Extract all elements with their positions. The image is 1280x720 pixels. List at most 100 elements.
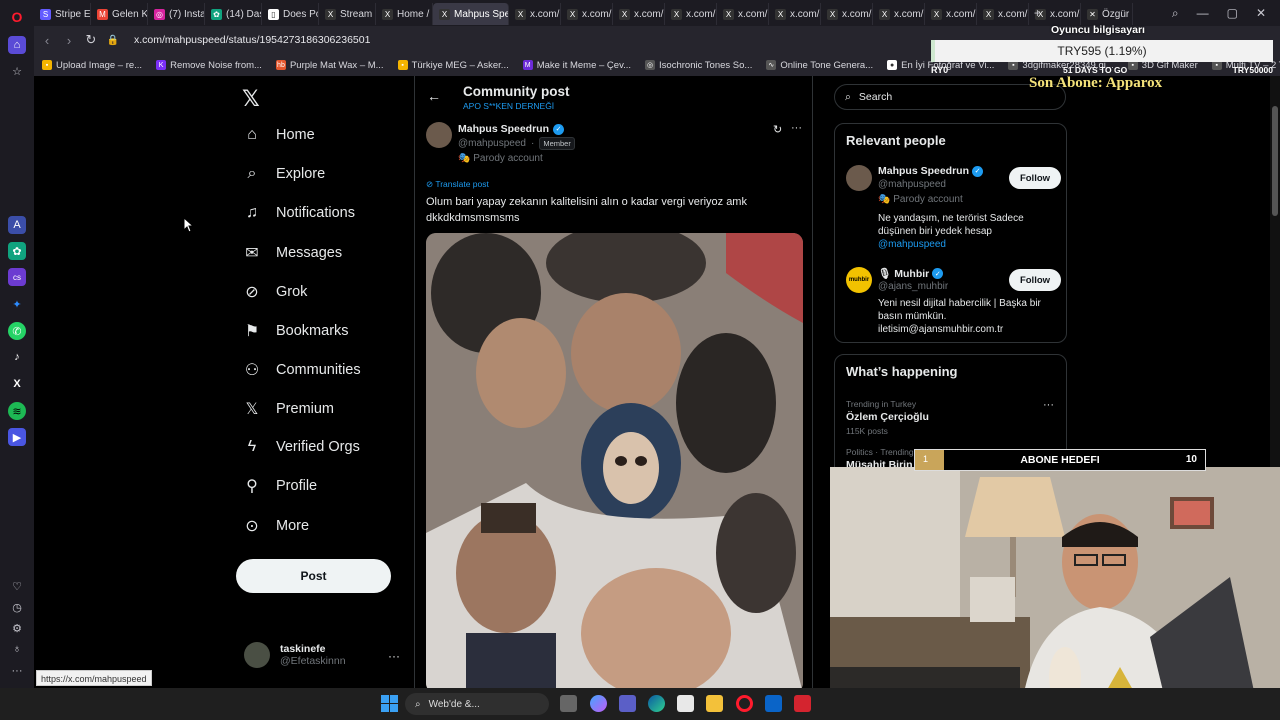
- nav-item-notifications[interactable]: ♫ Notifications: [242, 204, 355, 222]
- author-name[interactable]: Mahpus Speedrun ✓: [458, 123, 565, 135]
- bookmark-item[interactable]: ▪ Upload Image – re...: [42, 60, 142, 71]
- post-button[interactable]: Post: [236, 559, 391, 593]
- person-card[interactable]: Mahpus Speedrun ✓ @mahpuspeed 🎭 Parody ac…: [846, 165, 1061, 255]
- edge-icon[interactable]: [648, 695, 665, 712]
- author-handle[interactable]: @mahpuspeed: [458, 138, 526, 149]
- trend-item[interactable]: Trending in Turkey Özlem Çerçioğlu 115K …: [835, 395, 1066, 441]
- browser-tab[interactable]: X Mahpus Speedr: [433, 3, 509, 25]
- chatgpt-icon[interactable]: ✿: [8, 242, 26, 260]
- whatsapp-icon[interactable]: ✆: [8, 322, 26, 340]
- task-view-icon[interactable]: [560, 695, 577, 712]
- back-icon[interactable]: ‹: [36, 33, 58, 48]
- nav-item-messages[interactable]: ✉ Messages: [242, 243, 342, 263]
- nav-item-home[interactable]: ⌂ Home: [242, 126, 315, 144]
- x-logo-icon[interactable]: 𝕏: [242, 86, 260, 112]
- copilot-icon[interactable]: [590, 695, 607, 712]
- browser-tab[interactable]: Xx.com/b: [613, 3, 665, 25]
- browser-tab[interactable]: M Gelen Ku: [91, 3, 148, 25]
- outlook-icon[interactable]: [765, 695, 782, 712]
- grok-icon[interactable]: ↻: [773, 123, 782, 136]
- bookmark-item[interactable]: hb Purple Mat Wax – M...: [275, 60, 384, 71]
- nav-item-communities[interactable]: ⚇ Communities: [242, 360, 361, 380]
- messenger-icon[interactable]: ✦: [8, 295, 26, 313]
- office-icon[interactable]: [794, 695, 811, 712]
- bookmark-item[interactable]: ▪ Türkiye MEG – Asker...: [397, 60, 509, 71]
- opera-taskbar-icon[interactable]: [736, 695, 753, 712]
- teams-icon[interactable]: [619, 695, 636, 712]
- post-more-icon[interactable]: ···: [791, 122, 802, 134]
- browser-tab[interactable]: ▯ Does Po: [262, 3, 319, 25]
- search-input[interactable]: Search: [859, 91, 892, 103]
- new-tab-icon[interactable]: +: [1034, 6, 1041, 20]
- file-explorer-icon[interactable]: [706, 695, 723, 712]
- store-icon[interactable]: [677, 695, 694, 712]
- person-name[interactable]: Mahpus Speedrun ✓: [878, 165, 984, 177]
- scrollbar-thumb[interactable]: [1272, 106, 1278, 216]
- nav-item-explore[interactable]: ⌕ Explore: [242, 165, 326, 183]
- home-icon[interactable]: ⌂: [8, 36, 26, 54]
- x-app-icon[interactable]: X: [8, 375, 26, 393]
- avatar[interactable]: [426, 122, 452, 148]
- browser-tab[interactable]: Xx.com/O: [509, 3, 561, 25]
- post-image[interactable]: [426, 233, 803, 688]
- more-icon[interactable]: ···: [8, 662, 26, 680]
- nav-item-verified-orgs[interactable]: ϟ Verified Orgs: [242, 438, 360, 456]
- person-card[interactable]: muhbir 🎙 Muhbir ✓ @ajans_muhbir Yeni nesi…: [846, 267, 1061, 337]
- browser-tab[interactable]: S Stripe Ex: [34, 3, 91, 25]
- search-tabs-icon[interactable]: ⌕: [1172, 6, 1179, 21]
- avatar[interactable]: muhbir: [846, 267, 872, 293]
- close-icon[interactable]: ✕: [1256, 6, 1266, 20]
- bio-link[interactable]: @mahpuspeed: [878, 238, 1060, 251]
- follow-button[interactable]: Follow: [1009, 269, 1061, 291]
- browser-tab[interactable]: ✿ (14) Dash: [205, 3, 262, 25]
- nav-item-more[interactable]: ⊙ More: [242, 516, 309, 536]
- account-more-icon[interactable]: ···: [388, 649, 400, 663]
- translate-post-link[interactable]: ⊘ Translate post: [426, 179, 489, 190]
- browser-tab[interactable]: X Stream: [319, 3, 376, 25]
- minimize-icon[interactable]: —: [1197, 6, 1209, 20]
- spotify-icon[interactable]: ≋: [8, 402, 26, 420]
- browser-tab[interactable]: X Home / X: [376, 3, 433, 25]
- trend-more-icon[interactable]: ···: [1043, 399, 1054, 411]
- forward-icon[interactable]: ›: [58, 33, 80, 48]
- history-icon[interactable]: ◷: [8, 598, 26, 616]
- browser-tab[interactable]: Xx.com/b: [717, 3, 769, 25]
- browser-tab[interactable]: Xx.com/b: [561, 3, 613, 25]
- star-icon[interactable]: ☆: [8, 62, 26, 80]
- nav-item-grok[interactable]: ⊘ Grok: [242, 282, 307, 302]
- person-handle[interactable]: @mahpuspeed: [878, 179, 946, 190]
- browser-tab[interactable]: Xx.com/n: [873, 3, 925, 25]
- cs-icon[interactable]: cs: [8, 268, 26, 286]
- reload-icon[interactable]: ↻: [80, 32, 102, 48]
- browser-tab[interactable]: Xx.com/C: [665, 3, 717, 25]
- browser-tab[interactable]: ◎ (7) Instag: [148, 3, 205, 25]
- nav-item-premium[interactable]: 𝕏 Premium: [242, 399, 334, 419]
- follow-button[interactable]: Follow: [1009, 167, 1061, 189]
- browser-tab[interactable]: Xx.com/g: [821, 3, 873, 25]
- browser-tab[interactable]: ✕ Özgür O: [1081, 3, 1133, 25]
- aria-icon[interactable]: A: [8, 216, 26, 234]
- settings-icon[interactable]: ⚙: [8, 619, 26, 637]
- browser-tab[interactable]: Xx.com/a: [769, 3, 821, 25]
- bookmark-item[interactable]: ◎ Isochronic Tones So...: [645, 60, 752, 71]
- browser-tab[interactable]: Xx.com/p: [925, 3, 977, 25]
- avatar[interactable]: [846, 165, 872, 191]
- nav-item-profile[interactable]: ⚲ Profile: [242, 476, 317, 496]
- bookmark-item[interactable]: K Remove Noise from...: [156, 60, 262, 71]
- bookmark-item[interactable]: ∿ Online Tone Genera...: [766, 60, 873, 71]
- windows-start-icon[interactable]: [381, 695, 398, 712]
- community-link[interactable]: APO S**KEN DERNEĞİ: [463, 101, 554, 111]
- browser-tab[interactable]: Xx.com/a: [977, 3, 1029, 25]
- account-switcher[interactable]: taskinefe @Efetaskinnn: [244, 642, 346, 668]
- back-arrow-icon[interactable]: ←: [427, 88, 441, 104]
- person-name[interactable]: 🎙 Muhbir ✓: [878, 267, 944, 280]
- opera-logo-icon[interactable]: O: [8, 8, 26, 26]
- taskbar-search[interactable]: ⌕ Web'de &...: [405, 693, 549, 715]
- url-field[interactable]: x.com/mahpuspeed/status/1954273186306236…: [134, 34, 370, 46]
- bookmark-item[interactable]: M Make it Meme – Çev...: [522, 60, 631, 71]
- lightbulb-icon[interactable]: ♁: [8, 640, 26, 658]
- nav-item-bookmarks[interactable]: ⚑ Bookmarks: [242, 321, 349, 341]
- tiktok-icon[interactable]: ♪: [8, 348, 26, 366]
- player-icon[interactable]: ▶: [8, 428, 26, 446]
- person-handle[interactable]: @ajans_muhbir: [878, 281, 948, 292]
